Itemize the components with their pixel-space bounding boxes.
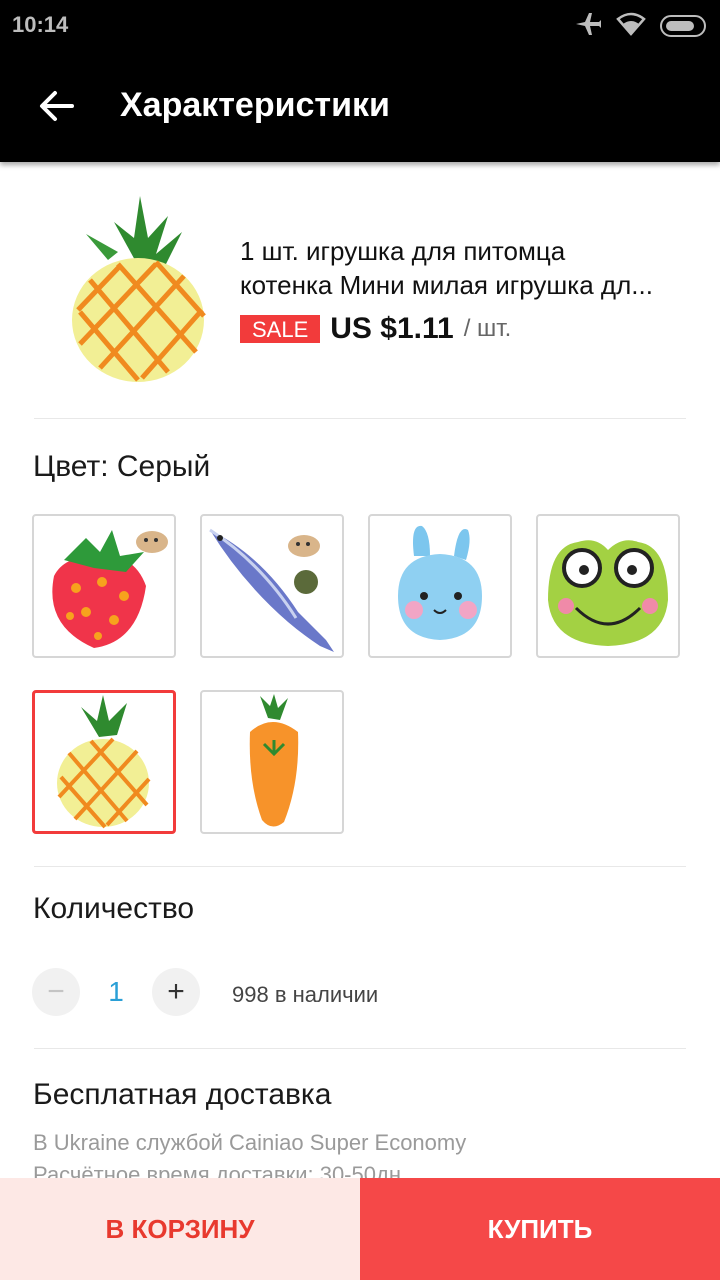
stock-count: 998 в наличии [232, 982, 379, 1007]
color-option-pineapple[interactable] [32, 690, 176, 834]
status-bar: 10:14 [0, 0, 720, 52]
color-option-carrot[interactable] [200, 690, 344, 834]
price-row: SALE US $1.11 / шт. [240, 312, 511, 346]
color-option-frog[interactable] [536, 514, 680, 658]
color-label: Цвет: Серый [33, 450, 211, 483]
product-title-line-2: котенка Мини милая игрушка дл... [240, 270, 653, 300]
divider [34, 1048, 686, 1049]
status-icons [574, 12, 706, 40]
product-title: 1 шт. игрушка для питомца котенка Мини м… [240, 234, 696, 302]
color-option-fish[interactable] [200, 514, 344, 658]
app-bar: Характеристики [0, 52, 720, 162]
price-unit: / шт. [463, 315, 512, 342]
color-option-strawberry[interactable] [32, 514, 176, 658]
product-price: US $1.11 [330, 312, 454, 345]
quantity-increase-button[interactable]: + [152, 968, 200, 1016]
battery-icon [660, 15, 706, 37]
page-title: Характеристики [120, 86, 390, 124]
wifi-icon [616, 12, 646, 41]
shipping-title: Бесплатная доставка [33, 1078, 332, 1111]
arrow-back-icon [38, 90, 74, 127]
quantity-label: Количество [33, 892, 195, 925]
add-to-cart-button[interactable]: В КОРЗИНУ [0, 1178, 360, 1280]
shipping-method: В Ukraine службой Cainiao Super Economy [33, 1130, 467, 1155]
divider [34, 866, 686, 867]
quantity-decrease-button[interactable]: − [32, 968, 80, 1016]
product-image [56, 192, 224, 388]
sale-badge: SALE [240, 315, 321, 343]
divider [34, 418, 686, 419]
quantity-value[interactable]: 1 [100, 976, 132, 1008]
product-title-line-1: 1 шт. игрушка для питомца [240, 236, 566, 266]
status-time: 10:14 [12, 12, 69, 37]
buy-button[interactable]: КУПИТЬ [360, 1178, 720, 1280]
color-option-bunny[interactable] [368, 514, 512, 658]
airplane-icon [574, 11, 602, 42]
back-button[interactable] [28, 82, 84, 134]
